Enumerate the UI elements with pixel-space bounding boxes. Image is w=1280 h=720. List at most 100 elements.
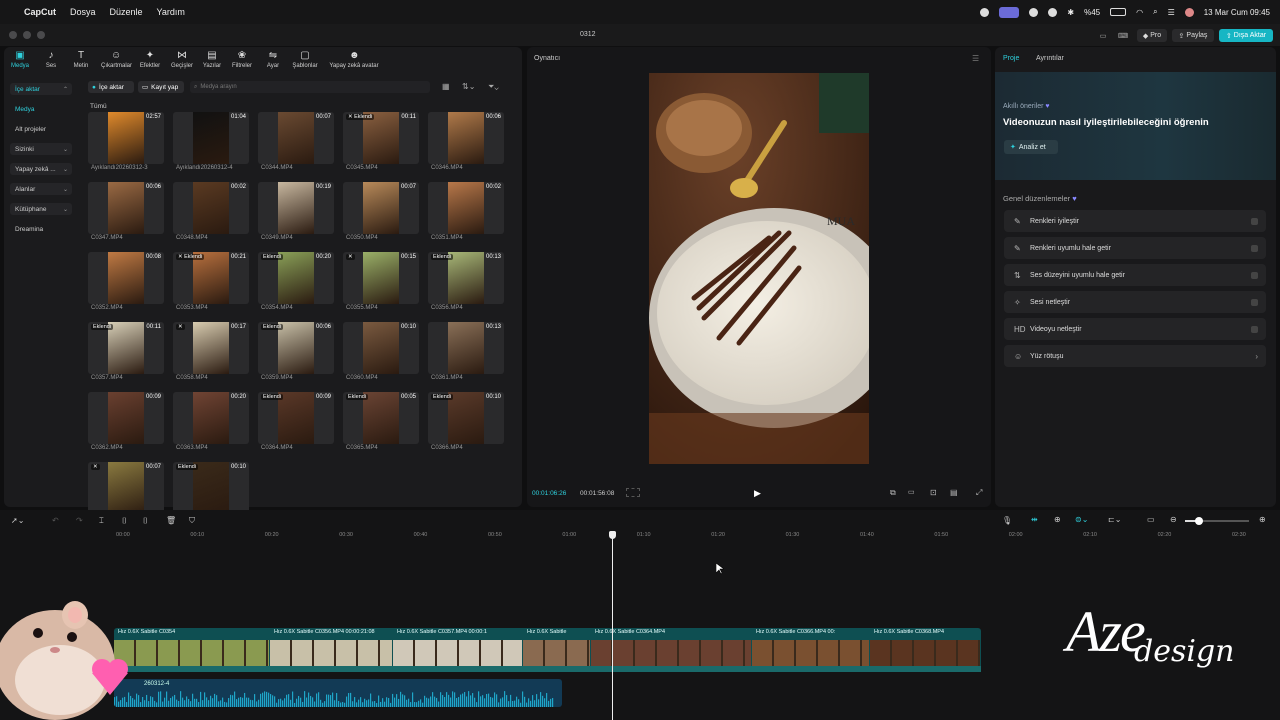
- media-thumb[interactable]: 00:07: [343, 182, 419, 234]
- effect-row-2[interactable]: ⇅ Ses düzeyini uyumlu hale getir: [1004, 264, 1266, 286]
- sidebar-item-5[interactable]: Alanlar ⌄: [10, 183, 72, 195]
- media-thumb[interactable]: 00:13 Eklendi: [428, 252, 504, 304]
- effect-row-1[interactable]: ✎ Renkleri uyumlu hale getir: [1004, 237, 1266, 259]
- ratio-icon[interactable]: ▭: [908, 488, 915, 496]
- tool-8[interactable]: ⇋ Ayar: [258, 51, 288, 70]
- tool-4[interactable]: ✦ Efektler: [135, 51, 165, 70]
- tab-project[interactable]: Proje: [1003, 55, 1019, 62]
- tool-0[interactable]: ▣ Medya: [5, 51, 35, 70]
- tool-5[interactable]: ⋈ Geçişler: [167, 51, 197, 70]
- export-button[interactable]: ⇧ Dışa Aktar: [1219, 29, 1273, 42]
- delete-icon[interactable]: 🗑: [166, 516, 176, 525]
- playhead[interactable]: [612, 535, 613, 720]
- view-grid-icon[interactable]: ▦: [442, 82, 450, 91]
- snap-icon[interactable]: ⊕: [1054, 515, 1061, 524]
- media-thumb[interactable]: 00:07: [258, 112, 334, 164]
- video-preview[interactable]: MUA: [649, 73, 869, 464]
- zoom-slider-handle[interactable]: [1195, 517, 1203, 525]
- media-thumb[interactable]: 00:09 Eklendi: [258, 392, 334, 444]
- caption-icon[interactable]: ▭: [1147, 515, 1155, 524]
- media-thumb[interactable]: 00:02: [173, 182, 249, 234]
- zoom-out-icon[interactable]: ⊖: [1170, 515, 1177, 524]
- crop-icon[interactable]: ⧉: [890, 488, 896, 498]
- sidebar-item-4[interactable]: Yapay zekâ ... ⌄: [10, 163, 72, 175]
- media-thumb[interactable]: 00:19: [258, 182, 334, 234]
- playhead-handle[interactable]: [609, 531, 616, 539]
- share-button[interactable]: ⇪ Paylaş: [1172, 29, 1214, 42]
- preview-axis-icon[interactable]: ⊏⌄: [1108, 515, 1121, 524]
- zoom-in-icon[interactable]: ⊕: [1259, 515, 1266, 524]
- select-tool-icon[interactable]: ➚⌄: [11, 516, 24, 525]
- media-thumb[interactable]: 00:21 ✕ Eklendi: [173, 252, 249, 304]
- battery-icon[interactable]: [1110, 8, 1127, 16]
- media-thumb[interactable]: 00:06: [88, 182, 164, 234]
- media-thumb[interactable]: 00:02: [428, 182, 504, 234]
- user-avatar-icon[interactable]: [1184, 7, 1194, 17]
- sort-icon[interactable]: ⇅⌄: [462, 82, 475, 91]
- wifi-icon[interactable]: ◠: [1136, 8, 1143, 17]
- media-thumb[interactable]: 00:07 ✕: [88, 462, 164, 514]
- media-thumb[interactable]: 00:17 ✕: [173, 322, 249, 374]
- layout-icon[interactable]: ▭: [1096, 29, 1110, 42]
- media-thumb[interactable]: 00:05 Eklendi: [343, 392, 419, 444]
- waveform-toggle-icon[interactable]: [626, 488, 640, 497]
- aspect-ratio-icon[interactable]: ▤: [950, 488, 958, 497]
- import-button[interactable]: ● İçe aktar: [88, 81, 134, 93]
- media-thumb[interactable]: 00:10: [343, 322, 419, 374]
- tab-details[interactable]: Ayrıntılar: [1036, 55, 1064, 62]
- media-thumb[interactable]: 00:09: [88, 392, 164, 444]
- media-thumb[interactable]: 00:11 ✕ Eklendi: [343, 112, 419, 164]
- undo-icon[interactable]: ↶: [52, 516, 59, 525]
- focus-frame-icon[interactable]: ⊡: [930, 488, 937, 497]
- sidebar-item-0[interactable]: İçe aktar ⌃: [10, 83, 72, 95]
- tool-6[interactable]: ▤ Yazılar: [197, 51, 227, 70]
- media-search-input[interactable]: ⌕ Medya arayın: [190, 81, 430, 93]
- media-thumb[interactable]: 00:15 ✕: [343, 252, 419, 304]
- media-thumb[interactable]: 01:04: [173, 112, 249, 164]
- tool-7[interactable]: ❀ Filtreler: [227, 51, 257, 70]
- screen-record-icon[interactable]: [999, 6, 1020, 18]
- minimize-window-button[interactable]: [23, 31, 31, 39]
- media-thumb[interactable]: 00:11 Eklendi: [88, 322, 164, 374]
- split-right-icon[interactable]: ⌷: [143, 516, 148, 526]
- effect-row-3[interactable]: ✧ Sesi netleştir: [1004, 291, 1266, 313]
- effect-toggle-4[interactable]: [1251, 325, 1258, 333]
- effect-toggle-3[interactable]: [1251, 298, 1258, 306]
- record-button[interactable]: ▭ Kayıt yap: [138, 81, 184, 93]
- pro-button[interactable]: ◆ Pro: [1137, 29, 1167, 42]
- mic-icon[interactable]: 🎙: [1002, 516, 1012, 525]
- fullscreen-icon[interactable]: ⤢: [976, 488, 982, 498]
- media-thumb[interactable]: 00:08: [88, 252, 164, 304]
- sidebar-item-3[interactable]: Sizinki ⌄: [10, 143, 72, 155]
- split-left-icon[interactable]: ⌷: [122, 516, 127, 526]
- tool-10[interactable]: ☻ Yapay zekâ avatar: [324, 51, 384, 70]
- sidebar-item-7[interactable]: Dreamina: [10, 223, 72, 235]
- menu-edit[interactable]: Düzenle: [110, 7, 143, 17]
- shield-icon[interactable]: ⛉: [189, 516, 195, 526]
- effect-row-0[interactable]: ✎ Renkleri iyileştir: [1004, 210, 1266, 232]
- tool-2[interactable]: T Metin: [66, 51, 96, 70]
- media-thumb[interactable]: 00:06: [428, 112, 504, 164]
- tool-9[interactable]: ▢ Şablonlar: [290, 51, 320, 70]
- analyze-button[interactable]: ✦ Analiz et: [1004, 140, 1058, 154]
- media-thumb[interactable]: 00:13: [428, 322, 504, 374]
- audio-track[interactable]: 260312-4: [114, 679, 562, 707]
- effect-toggle-2[interactable]: [1251, 271, 1258, 279]
- filter-icon[interactable]: ⏷⌄: [488, 82, 499, 92]
- close-window-button[interactable]: [9, 31, 17, 39]
- media-thumb[interactable]: 00:10 Eklendi: [173, 462, 249, 514]
- media-thumb[interactable]: 02:57: [88, 112, 164, 164]
- media-thumb[interactable]: 00:20: [173, 392, 249, 444]
- shortcuts-icon[interactable]: ⌨: [1116, 29, 1130, 42]
- redo-icon[interactable]: ↷: [76, 516, 83, 525]
- search-icon[interactable]: ⌕: [1153, 7, 1157, 17]
- media-thumb[interactable]: 00:10 Eklendi: [428, 392, 504, 444]
- sidebar-item-2[interactable]: Alt projeler: [10, 123, 72, 135]
- sidebar-item-1[interactable]: Medya: [10, 103, 72, 115]
- menu-file[interactable]: Dosya: [70, 7, 96, 17]
- bluetooth-icon[interactable]: ✱: [1067, 8, 1074, 17]
- split-icon[interactable]: ⌶: [99, 516, 104, 526]
- media-thumb[interactable]: 00:20 Eklendi: [258, 252, 334, 304]
- status-icon[interactable]: [980, 7, 990, 17]
- focus-icon[interactable]: [1029, 7, 1039, 17]
